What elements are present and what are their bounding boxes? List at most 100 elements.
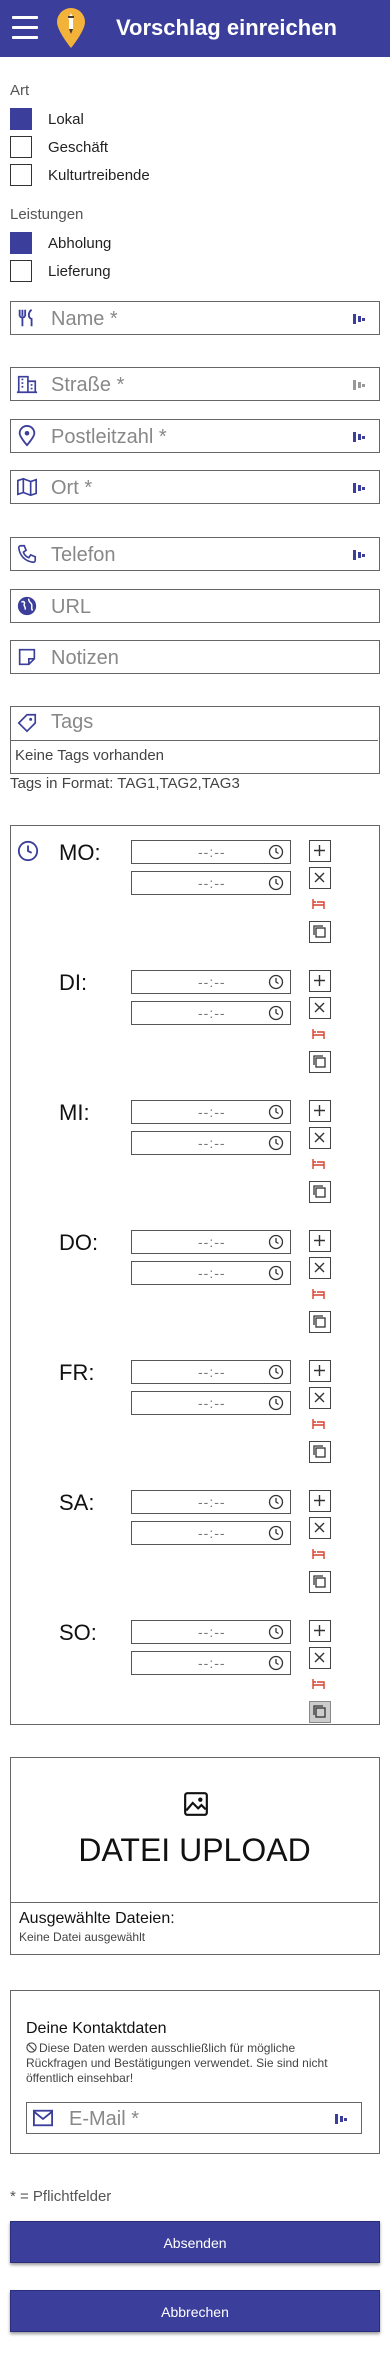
checkbox-abholung[interactable]: [10, 232, 32, 254]
time-value: --:--: [198, 1265, 226, 1281]
remove-time-button-mi[interactable]: [309, 1127, 331, 1149]
location-pin-icon: [18, 425, 36, 447]
copy-day-button-sa[interactable]: [309, 1571, 331, 1593]
submit-button[interactable]: Absenden: [10, 2221, 380, 2263]
day-label-fr: FR:: [59, 1360, 95, 1385]
checkbox-kulturtreibende[interactable]: [10, 164, 32, 186]
opening-time-di[interactable]: --:--: [131, 970, 291, 994]
ort-input[interactable]: Ort *: [10, 470, 380, 504]
clock-icon: [268, 1265, 284, 1281]
checkbox-geschaeft[interactable]: [10, 136, 32, 158]
add-time-button-mo[interactable]: [309, 840, 331, 862]
remove-time-button-so[interactable]: [309, 1647, 331, 1669]
name-placeholder: Name *: [51, 308, 118, 330]
closed-day-button-di[interactable]: [309, 1024, 331, 1046]
tags-placeholder: Tags: [51, 711, 94, 733]
upload-divider: [11, 1902, 378, 1903]
closing-time-do[interactable]: --:--: [131, 1261, 291, 1285]
time-value: --:--: [198, 1525, 226, 1541]
tags-divider: [11, 740, 378, 741]
time-value: --:--: [198, 1135, 226, 1151]
time-value: --:--: [198, 1104, 226, 1120]
form-helper-icon: [353, 550, 365, 560]
closing-time-mo[interactable]: --:--: [131, 871, 291, 895]
form-helper-icon: [353, 314, 365, 324]
copy-day-button-do[interactable]: [309, 1311, 331, 1333]
telefon-input[interactable]: Telefon: [10, 537, 380, 571]
add-time-button-fr[interactable]: [309, 1360, 331, 1382]
opening-time-mo[interactable]: --:--: [131, 840, 291, 864]
closed-day-button-do[interactable]: [309, 1284, 331, 1306]
time-value: --:--: [198, 974, 226, 990]
strasse-input[interactable]: Straße *: [10, 367, 380, 401]
no-file-text: Keine Datei ausgewählt: [19, 1930, 146, 1944]
file-upload-area[interactable]: DATEI UPLOAD Ausgewählte Dateien: Keine …: [10, 1757, 380, 1955]
building-icon: [16, 375, 38, 394]
closing-time-sa[interactable]: --:--: [131, 1521, 291, 1545]
checkbox-abholung-label: Abholung: [48, 235, 112, 252]
copy-day-button-mi[interactable]: [309, 1181, 331, 1203]
clock-icon: [268, 1624, 284, 1640]
copy-day-button-fr[interactable]: [309, 1441, 331, 1463]
closed-day-button-mi[interactable]: [309, 1154, 331, 1176]
phone-icon: [17, 544, 37, 564]
url-input[interactable]: URL: [10, 589, 380, 623]
remove-time-button-do[interactable]: [309, 1257, 331, 1279]
contact-section: Deine Kontaktdaten Diese Daten werden au…: [10, 1990, 380, 2154]
email-input[interactable]: E-Mail *: [26, 2102, 362, 2134]
ort-placeholder: Ort *: [51, 477, 93, 499]
name-input[interactable]: Name *: [10, 301, 380, 335]
privacy-icon: [26, 2042, 37, 2053]
menu-icon[interactable]: [12, 16, 38, 40]
closing-time-so[interactable]: --:--: [131, 1651, 291, 1675]
opening-time-mi[interactable]: --:--: [131, 1100, 291, 1124]
upload-title: DATEI UPLOAD: [78, 1832, 311, 1868]
closing-time-mi[interactable]: --:--: [131, 1131, 291, 1155]
time-value: --:--: [198, 1005, 226, 1021]
image-icon: [184, 1792, 208, 1816]
contact-note: Diese Daten werden ausschließlich für mö…: [26, 2041, 346, 2086]
clock-icon: [268, 1005, 284, 1021]
closed-day-button-so[interactable]: [309, 1674, 331, 1696]
closing-time-fr[interactable]: --:--: [131, 1391, 291, 1415]
closed-day-button-mo[interactable]: [309, 894, 331, 916]
add-time-button-mi[interactable]: [309, 1100, 331, 1122]
time-value: --:--: [198, 844, 226, 860]
copy-day-button-di[interactable]: [309, 1051, 331, 1073]
remove-time-button-fr[interactable]: [309, 1387, 331, 1409]
remove-time-button-mo[interactable]: [309, 867, 331, 889]
add-time-button-sa[interactable]: [309, 1490, 331, 1512]
cancel-button[interactable]: Abbrechen: [10, 2290, 380, 2332]
add-time-button-so[interactable]: [309, 1620, 331, 1642]
copy-day-button-mo[interactable]: [309, 921, 331, 943]
add-time-button-di[interactable]: [309, 970, 331, 992]
day-label-do: DO:: [59, 1230, 99, 1255]
closing-time-di[interactable]: --:--: [131, 1001, 291, 1025]
opening-hours-section: MO: --:-- --:-- DI: --:-- --:-- MI: --:-- --:-- D…: [10, 825, 380, 1725]
tag-icon: [17, 713, 37, 733]
closed-day-button-sa[interactable]: [309, 1544, 331, 1566]
opening-time-do[interactable]: --:--: [131, 1230, 291, 1254]
checkbox-lieferung-label: Lieferung: [48, 263, 111, 280]
notizen-input[interactable]: Notizen: [10, 640, 380, 674]
opening-time-fr[interactable]: --:--: [131, 1360, 291, 1384]
remove-time-button-sa[interactable]: [309, 1517, 331, 1539]
postleitzahl-input[interactable]: Postleitzahl *: [10, 419, 380, 453]
contact-title: Deine Kontaktdaten: [26, 2020, 167, 2037]
copy-day-button-so[interactable]: [309, 1701, 331, 1723]
clock-icon: [268, 1655, 284, 1671]
app-header: Vorschlag einreichen: [0, 0, 390, 57]
tags-input[interactable]: Tags Keine Tags vorhanden: [10, 706, 380, 774]
time-value: --:--: [198, 1655, 226, 1671]
opening-time-so[interactable]: --:--: [131, 1620, 291, 1644]
contact-note-text: Diese Daten werden ausschließlich für mö…: [26, 2041, 328, 2085]
checkbox-lokal[interactable]: [10, 108, 32, 130]
remove-time-button-di[interactable]: [309, 997, 331, 1019]
art-label: Art: [10, 82, 30, 99]
day-label-mo: MO:: [59, 840, 101, 865]
add-time-button-do[interactable]: [309, 1230, 331, 1252]
opening-time-sa[interactable]: --:--: [131, 1490, 291, 1514]
checkbox-lieferung[interactable]: [10, 260, 32, 282]
postleitzahl-placeholder: Postleitzahl *: [51, 426, 167, 448]
closed-day-button-fr[interactable]: [309, 1414, 331, 1436]
